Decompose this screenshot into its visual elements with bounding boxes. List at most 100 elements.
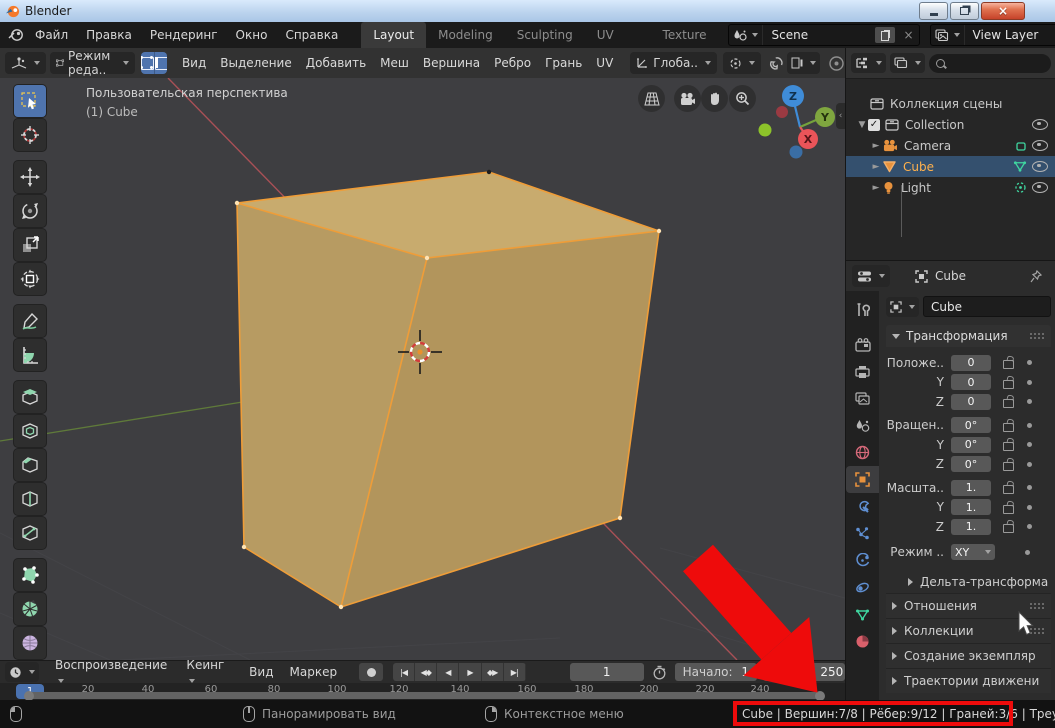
lock-icon[interactable] [1003, 360, 1014, 369]
collection-checkbox[interactable]: ✓ [868, 119, 880, 131]
pivot-point-dropdown[interactable] [723, 52, 761, 74]
current-frame-field[interactable]: 1 [570, 663, 644, 681]
tab-texture[interactable]: Texture [651, 22, 719, 48]
tool-cursor[interactable] [14, 119, 46, 151]
zoom-view-button[interactable] [729, 85, 756, 112]
maximize-button[interactable] [950, 2, 979, 20]
tab-render[interactable] [846, 331, 879, 358]
expand-arrow-icon[interactable]: ► [870, 183, 882, 193]
tab-modeling[interactable]: Modeling [426, 22, 505, 48]
section-instancing[interactable]: Создание экземпляр [886, 643, 1051, 668]
tab-scene[interactable] [846, 412, 879, 439]
menu-uv[interactable]: UV [589, 56, 620, 70]
pan-view-button[interactable] [701, 85, 728, 112]
animate-dot-icon[interactable] [1027, 399, 1032, 404]
gizmo-minus-y[interactable] [759, 124, 772, 137]
jump-to-start-button[interactable]: |◀ [393, 663, 415, 681]
tool-move[interactable] [14, 161, 46, 193]
tab-physics[interactable] [846, 547, 879, 574]
menu-window[interactable]: Окно [227, 22, 277, 48]
menu-playback[interactable]: Воспроизведение [47, 658, 178, 686]
navigation-gizmo[interactable]: Z Y X [759, 85, 836, 159]
play-button[interactable]: ▶ [459, 663, 481, 681]
menu-mesh[interactable]: Меш [373, 56, 416, 70]
lock-icon[interactable] [1003, 380, 1014, 389]
tab-layout[interactable]: Layout [361, 22, 426, 48]
snap-settings-dropdown[interactable] [787, 52, 820, 74]
gizmo-minus-x[interactable] [776, 106, 788, 118]
lock-icon[interactable] [1003, 524, 1014, 533]
timeline-scrollbar[interactable] [26, 692, 823, 699]
animate-dot-icon[interactable] [1027, 380, 1032, 385]
play-reverse-button[interactable]: ◀ [437, 663, 459, 681]
cube-mesh[interactable] [235, 170, 661, 609]
view-layer-selector[interactable]: View Layer × [930, 24, 1055, 46]
scale-z-input[interactable]: 1. [951, 519, 991, 535]
blender-menu-icon[interactable] [8, 28, 24, 42]
view-layer-icon[interactable] [931, 25, 965, 45]
location-y-input[interactable]: 0 [951, 374, 991, 390]
location-x-input[interactable]: 0 [951, 355, 991, 371]
section-collections[interactable]: Коллекции [886, 618, 1051, 643]
lock-icon[interactable] [1003, 423, 1014, 432]
menu-keying[interactable]: Кеинг [178, 658, 241, 686]
next-keyframe-button[interactable]: ◆▶ [482, 663, 504, 681]
vertex-select-button[interactable] [141, 52, 155, 74]
tool-smooth[interactable] [14, 627, 46, 659]
frame-start-field[interactable]: Начало: 1 [675, 663, 757, 681]
menu-face[interactable]: Грань [538, 56, 589, 70]
use-preview-range-button[interactable] [652, 665, 667, 680]
outliner-search-input[interactable] [929, 54, 1051, 73]
tool-poly-build[interactable] [14, 559, 46, 591]
tab-material[interactable] [846, 628, 879, 655]
outliner-filter-button[interactable] [890, 53, 925, 73]
drag-grip-icon[interactable] [1030, 333, 1045, 339]
menu-select[interactable]: Выделение [213, 56, 298, 70]
tab-sculpting[interactable]: Sculpting [505, 22, 585, 48]
lock-icon[interactable] [1003, 462, 1014, 471]
section-delta-transform[interactable]: Дельта-трансформа [886, 570, 1051, 593]
menu-add[interactable]: Добавить [299, 56, 373, 70]
drag-grip-icon[interactable] [1030, 603, 1045, 609]
tool-extrude[interactable] [14, 381, 46, 413]
transform-panel-header[interactable]: Трансформация [886, 325, 1051, 347]
scale-x-input[interactable]: 1. [951, 480, 991, 496]
location-z-input[interactable]: 0 [951, 394, 991, 410]
outliner-row-scene-collection[interactable]: Коллекция сцены [846, 93, 1055, 114]
lock-icon[interactable] [1003, 505, 1014, 514]
gizmo-minus-z[interactable] [790, 146, 803, 159]
outliner-row-collection[interactable]: ▼ ✓ Collection [846, 114, 1055, 135]
properties-editor-type-button[interactable] [852, 265, 890, 287]
menu-edge[interactable]: Ребро [487, 56, 538, 70]
rotation-y-input[interactable]: 0° [951, 437, 991, 453]
tool-transform[interactable] [14, 263, 46, 295]
timeline-editor-type-button[interactable] [5, 662, 39, 682]
collapse-arrow-icon[interactable]: ▼ [856, 120, 868, 130]
animate-dot-icon[interactable] [1027, 360, 1032, 365]
pin-icon[interactable] [1030, 270, 1042, 283]
tab-constraints[interactable] [846, 574, 879, 601]
transform-orientation-dropdown[interactable]: Глоба.. [630, 52, 717, 74]
tab-modifiers[interactable] [846, 493, 879, 520]
outliner-row-cube[interactable]: ► Cube [846, 156, 1055, 177]
new-scene-button[interactable] [875, 27, 895, 43]
3d-viewport[interactable]: Z Y X Пользовательская перспектива (1) C… [0, 78, 845, 660]
outliner-row-light[interactable]: ► Light [846, 177, 1055, 198]
scene-name[interactable]: Scene [763, 28, 875, 42]
tool-knife[interactable] [14, 517, 46, 549]
toggle-perspective-button[interactable] [638, 85, 665, 112]
section-motion-paths[interactable]: Траектории движени [886, 668, 1051, 693]
expand-arrow-icon[interactable]: ► [870, 162, 882, 172]
title-bar[interactable]: Blender × [0, 0, 1055, 22]
tool-annotate[interactable] [14, 305, 46, 337]
tab-object-data[interactable] [846, 601, 879, 628]
animate-dot-icon[interactable] [1027, 423, 1032, 428]
animate-dot-icon[interactable] [1027, 485, 1032, 490]
tool-loop-cut[interactable] [14, 483, 46, 515]
proportional-editing-button[interactable] [828, 55, 845, 72]
menu-edit[interactable]: Правка [77, 22, 141, 48]
rotation-z-input[interactable]: 0° [951, 456, 991, 472]
editor-type-button[interactable] [5, 52, 46, 74]
edge-select-button[interactable] [155, 52, 167, 74]
tab-view-layer[interactable] [846, 385, 879, 412]
